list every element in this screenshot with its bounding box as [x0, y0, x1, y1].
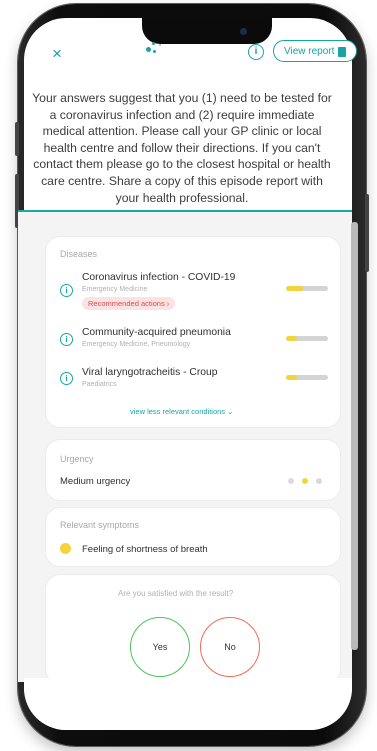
view-report-button[interactable]: View report	[273, 40, 357, 62]
condition-info-icon[interactable]: i	[60, 372, 73, 385]
urgency-dot	[288, 478, 294, 484]
condition-info-icon[interactable]: i	[60, 333, 73, 346]
view-report-label: View report	[284, 46, 335, 57]
diseases-card: Diseases i Coronavirus infection - COVID…	[46, 237, 340, 427]
camera-icon	[240, 28, 247, 35]
likelihood-bar	[286, 375, 328, 380]
condition-name: Viral laryngotracheitis - Croup	[82, 367, 218, 378]
phone-bottom-area	[24, 678, 352, 730]
document-icon	[338, 47, 346, 57]
yes-button[interactable]: Yes	[130, 617, 190, 677]
urgency-dot	[316, 478, 322, 484]
symptom-icon	[60, 543, 71, 554]
urgency-card: Urgency Medium urgency	[46, 440, 340, 500]
view-less-conditions-link[interactable]: view less relevant conditions ⌄	[130, 407, 233, 416]
urgency-title: Urgency	[60, 454, 94, 464]
diseases-title: Diseases	[60, 249, 98, 259]
symptoms-card: Relevant symptoms Feeling of shortness o…	[46, 508, 340, 566]
info-icon[interactable]: i	[248, 44, 264, 60]
symptoms-title: Relevant symptoms	[60, 520, 140, 530]
condition-name: Coronavirus infection - COVID-19	[82, 272, 236, 283]
phone-side-button	[15, 122, 19, 156]
condition-specialty: Emergency Medicine, Pneumology	[82, 341, 191, 348]
likelihood-bar	[286, 336, 328, 341]
likelihood-bar	[286, 286, 328, 291]
urgency-value: Medium urgency	[60, 476, 131, 487]
condition-name: Community-acquired pneumonia	[82, 327, 231, 338]
phone-side-button	[365, 194, 369, 272]
feedback-question: Are you satisfied with the result?	[118, 589, 234, 598]
urgency-dot	[302, 478, 308, 484]
no-button[interactable]: No	[200, 617, 260, 677]
result-message: Your answers suggest that you (1) need t…	[32, 91, 332, 205]
logo-icon	[146, 42, 166, 56]
scrollbar[interactable]	[351, 222, 358, 650]
condition-info-icon[interactable]: i	[60, 284, 73, 297]
symptom-item: Feeling of shortness of breath	[82, 544, 208, 555]
app-header: × i View report	[24, 36, 357, 74]
recommended-actions-badge[interactable]: Recommended actions ›	[82, 297, 176, 310]
condition-specialty: Paediatrics	[82, 381, 117, 388]
feedback-card: Are you satisfied with the result? Yes N…	[46, 575, 340, 683]
condition-specialty: Emergency Medicine	[82, 286, 148, 293]
close-icon[interactable]: ×	[52, 44, 62, 64]
